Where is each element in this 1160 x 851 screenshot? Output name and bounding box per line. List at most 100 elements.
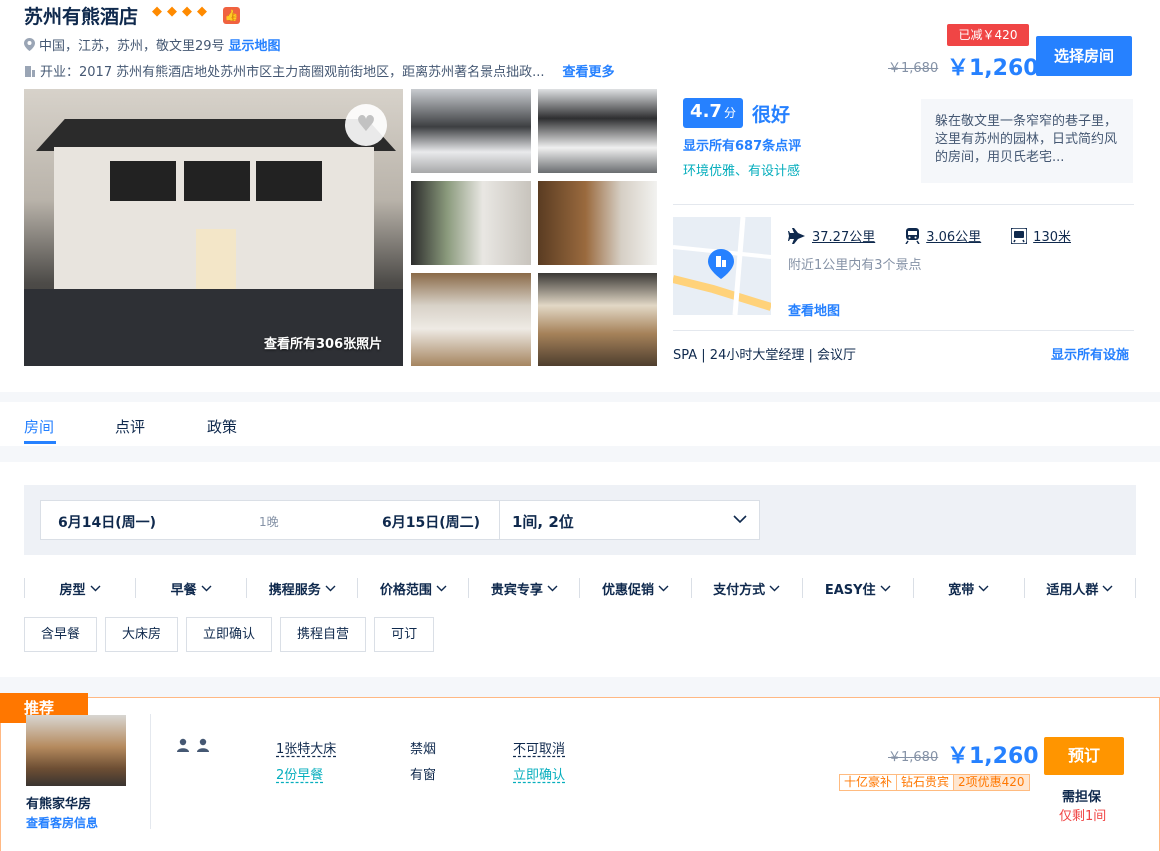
filter-payment[interactable]: 支付方式 [690, 578, 802, 598]
diamond-icon: ◆ [167, 4, 177, 19]
promo-tag: 2项优惠420 [954, 775, 1029, 790]
chevron-down-icon [769, 585, 780, 591]
select-room-button[interactable]: 选择房间 [1036, 36, 1132, 76]
divider [150, 714, 151, 829]
nights-count: 1晚 [259, 515, 279, 529]
nearby-attractions: 附近1公里内有3个景点 [788, 258, 922, 273]
photo-thumbnail[interactable] [411, 181, 531, 265]
section-divider [0, 446, 1160, 462]
filter-guest-type[interactable]: 适用人群 [1023, 578, 1136, 598]
person-icon [177, 738, 189, 752]
photo-thumbnail[interactable] [538, 273, 657, 366]
chevron-down-icon [201, 585, 212, 591]
filter-promotions[interactable]: 优惠促销 [579, 578, 690, 598]
diamond-icon: ◆ [182, 4, 192, 19]
promotion-tags[interactable]: 十亿豪补 钻石贵宾 2项优惠420 [839, 774, 1030, 791]
chevron-down-icon[interactable] [733, 512, 747, 526]
filter-ctrip-service[interactable]: 携程服务 [246, 578, 357, 598]
tab-rooms[interactable]: 房间 [24, 416, 54, 437]
opening-row: 开业：2017 苏州有熊酒店地处苏州市区主力商圈观前街地区，距离苏州著名景点拙政… [24, 61, 664, 80]
tab-bar: 房间 点评 政策 [0, 402, 1160, 446]
chip-available[interactable]: 可订 [374, 617, 435, 652]
promo-tag: 十亿豪补 [844, 775, 893, 789]
filter-easy-stay[interactable]: EASY住 [801, 578, 913, 598]
view-all-photos-link[interactable]: 查看所有306张照片 [264, 333, 382, 352]
person-icon [197, 738, 209, 752]
metro-distance[interactable]: 130米 [1033, 226, 1071, 245]
distance-row: 37.27公里 3.06公里 130米 [788, 226, 1095, 245]
checkin-date[interactable]: 6月14日(周一) [58, 512, 156, 532]
occupancy-icons [176, 738, 210, 752]
chevron-down-icon [978, 585, 989, 591]
chevron-down-icon [658, 585, 669, 591]
diamond-icon: ◆ [197, 4, 207, 19]
tab-reviews[interactable]: 点评 [115, 416, 145, 437]
opening-year: 开业：2017 [40, 65, 113, 80]
airplane-icon [788, 227, 805, 244]
room-name: 有熊家华房 [26, 797, 92, 812]
train-distance[interactable]: 3.06公里 [926, 226, 981, 245]
divider [673, 204, 1134, 205]
guarantee-required: 需担保 [1062, 790, 1102, 805]
chevron-down-icon [547, 585, 558, 591]
room-current-price: ￥1,260 [947, 744, 1039, 769]
chip-instant-confirm[interactable]: 立即确认 [186, 617, 273, 652]
facilities-list: SPA | 24小时大堂经理 | 会议厅 [673, 348, 856, 363]
favorite-heart-icon[interactable]: ♥ [345, 104, 387, 146]
train-icon [905, 227, 920, 244]
building-icon [25, 65, 35, 77]
airport-distance[interactable]: 37.27公里 [812, 226, 875, 245]
checkout-date[interactable]: 6月15日(周二) [382, 512, 480, 532]
diamond-icon: ◆ [152, 4, 162, 19]
filter-vip[interactable]: 贵宾专享 [468, 578, 579, 598]
photo-thumbnail[interactable] [411, 273, 531, 366]
chip-ctrip-operated[interactable]: 携程自营 [280, 617, 367, 652]
book-button[interactable]: 预订 [1044, 737, 1124, 775]
photo-thumbnail[interactable] [411, 89, 531, 173]
review-quote[interactable]: 躲在敬文里一条窄窄的巷子里，这里有苏州的园林，日式简约风的房间，用贝氏老宅... [921, 99, 1133, 183]
breakfast-info[interactable]: 2份早餐 [276, 764, 323, 783]
window-info: 有窗 [410, 768, 437, 783]
chevron-down-icon [880, 585, 891, 591]
metro-icon [1011, 227, 1028, 244]
view-map-link[interactable]: 查看地图 [788, 300, 840, 319]
bed-type[interactable]: 1张特大床 [276, 738, 336, 757]
smoking-policy: 禁烟 [410, 742, 437, 757]
hotel-name: 苏州有熊酒店 [24, 6, 139, 28]
show-all-facilities-link[interactable]: 显示所有设施 [1051, 344, 1129, 363]
see-more-link[interactable]: 查看更多 [563, 61, 615, 80]
photo-thumbnail[interactable] [538, 89, 657, 173]
room-photo[interactable] [26, 715, 126, 786]
instant-confirm[interactable]: 立即确认 [513, 764, 565, 783]
guest-summary: 1间, 2位 [512, 513, 574, 531]
chip-king-bed[interactable]: 大床房 [105, 617, 179, 652]
quick-filter-chips: 含早餐 大床房 立即确认 携程自营 可订 [24, 617, 435, 652]
tab-policy[interactable]: 政策 [207, 416, 237, 437]
cancellation-policy[interactable]: 不可取消 [513, 738, 565, 757]
active-tab-indicator [24, 441, 56, 444]
chevron-down-icon [90, 585, 101, 591]
discount-badge: 已减￥420 [947, 24, 1029, 46]
filter-broadband[interactable]: 宽带 [912, 578, 1024, 598]
chevron-down-icon [325, 585, 336, 591]
promo-tag: 钻石贵宾 [901, 775, 950, 789]
filter-bar: 房型 早餐 携程服务 价格范围 贵宾专享 优惠促销 支付方式 EASY住 宽带 … [24, 578, 1136, 598]
filter-room-type[interactable]: 房型 [24, 578, 135, 598]
diamond-rating: ◆ ◆ ◆ ◆ [152, 4, 211, 19]
divider [673, 330, 1134, 331]
review-tags: 环境优雅、有设计感 [683, 164, 801, 179]
chevron-down-icon [436, 585, 447, 591]
section-divider [0, 677, 1160, 697]
filter-price-range[interactable]: 价格范围 [357, 578, 468, 598]
address-text: 中国，江苏，苏州，敬文里29号 [39, 39, 225, 54]
chip-breakfast-included[interactable]: 含早餐 [24, 617, 98, 652]
show-map-link[interactable]: 显示地图 [229, 35, 281, 54]
filter-breakfast[interactable]: 早餐 [135, 578, 246, 598]
thumbs-up-icon: 👍 [223, 7, 240, 24]
rating-word: 很好 [752, 104, 791, 126]
show-all-reviews-link[interactable]: 显示所有687条点评 [683, 135, 801, 154]
hotel-description: 苏州有熊酒店地处苏州市区主力商圈观前街地区，距离苏州著名景点拙政... [116, 65, 545, 80]
original-price: ￥1,680 [888, 61, 939, 76]
room-info-link[interactable]: 查看客房信息 [26, 814, 98, 831]
photo-thumbnail[interactable] [538, 181, 657, 265]
